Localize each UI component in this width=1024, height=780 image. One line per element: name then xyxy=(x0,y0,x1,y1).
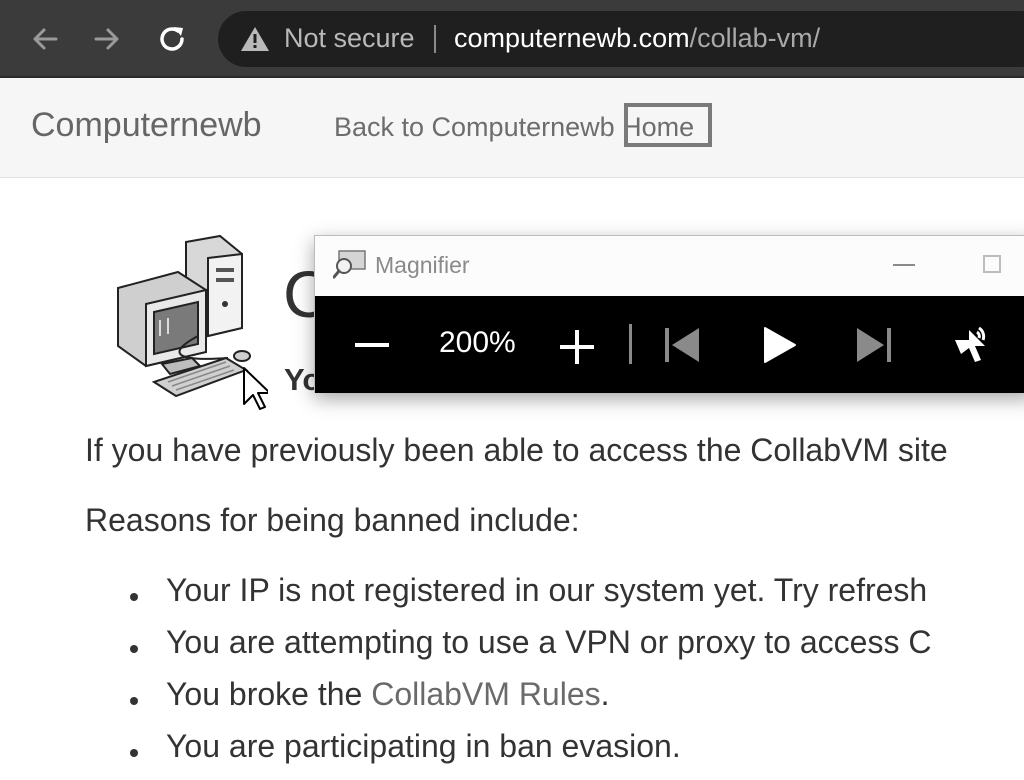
ban-reasons-list: Your IP is not registered in our system … xyxy=(130,572,931,780)
magnifier-title: Magnifier xyxy=(375,252,470,278)
magnifier-titlebar[interactable]: Magnifier xyxy=(315,236,1024,296)
list-item: You are participating in ban evasion. xyxy=(130,728,931,780)
browser-toolbar: Not secure computernewb.com/collab-vm/ xyxy=(0,0,1024,78)
zoom-out-icon xyxy=(355,343,389,347)
zoom-in-button[interactable] xyxy=(559,329,595,370)
security-status[interactable]: Not secure xyxy=(284,23,415,54)
reload-button[interactable] xyxy=(153,20,191,58)
list-item: You broke the CollabVM Rules. xyxy=(130,676,931,728)
list-item: You are attempting to use a VPN or proxy… xyxy=(130,624,931,676)
list-item-text: You broke the xyxy=(166,676,372,712)
magnifier-window: Magnifier 200% xyxy=(314,235,1024,393)
previous-button[interactable] xyxy=(663,326,701,369)
next-track-icon xyxy=(857,328,891,362)
site-header: Computernewb Back to Computernewb Home xyxy=(0,78,1024,178)
address-bar[interactable]: Not secure computernewb.com/collab-vm/ xyxy=(218,11,1024,67)
previous-track-icon xyxy=(665,328,699,362)
forward-button[interactable] xyxy=(88,20,126,58)
minimize-button[interactable] xyxy=(893,264,915,266)
toolbar-divider xyxy=(629,324,632,364)
play-icon xyxy=(764,327,796,363)
zoom-level: 200% xyxy=(439,326,516,359)
warning-icon[interactable] xyxy=(240,25,270,58)
reload-icon xyxy=(160,27,184,51)
list-item-text: . xyxy=(600,676,610,712)
url-path: /collab-vm/ xyxy=(689,23,821,53)
list-item: Your IP is not registered in our system … xyxy=(130,572,931,624)
site-brand[interactable]: Computernewb xyxy=(31,106,262,145)
back-button[interactable] xyxy=(26,20,64,58)
url-text[interactable]: computernewb.com/collab-vm/ xyxy=(454,23,820,54)
forward-arrow-icon xyxy=(94,28,119,50)
intro-paragraph: If you have previously been able to acce… xyxy=(85,432,948,468)
next-button[interactable] xyxy=(855,326,893,369)
computer-logo-icon xyxy=(108,232,271,417)
url-domain: computernewb.com xyxy=(454,23,690,53)
address-divider xyxy=(434,25,436,53)
play-button[interactable] xyxy=(761,326,797,369)
collabvm-rules-link[interactable]: CollabVM Rules xyxy=(371,676,600,712)
magnifier-icon xyxy=(332,249,367,284)
read-aloud-button[interactable] xyxy=(951,324,993,371)
back-arrow-icon xyxy=(33,28,58,50)
read-aloud-icon xyxy=(955,326,986,362)
zoom-in-icon xyxy=(560,330,594,364)
zoom-out-button[interactable] xyxy=(353,330,391,365)
reasons-heading: Reasons for being banned include: xyxy=(85,502,580,538)
focus-highlight-box xyxy=(624,103,712,147)
magnifier-toolbar: 200% xyxy=(315,296,1024,393)
maximize-button[interactable] xyxy=(983,255,1001,273)
